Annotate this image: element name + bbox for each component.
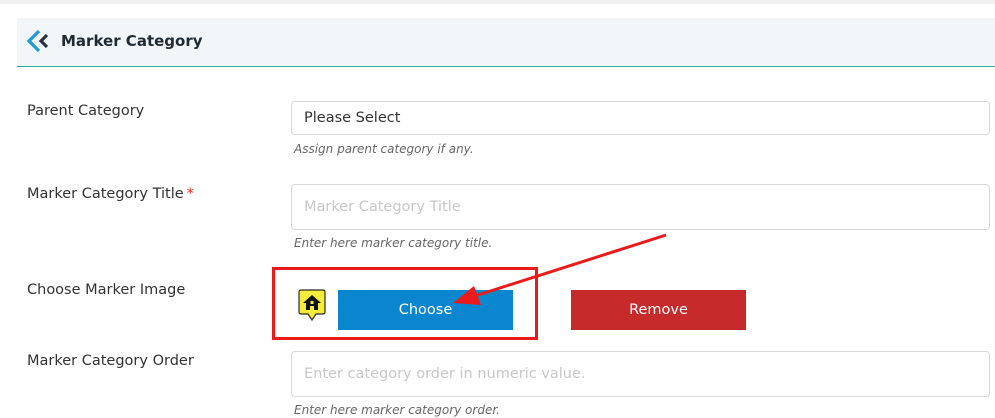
parent-category-hint: Assign parent category if any. — [294, 142, 474, 156]
parent-category-select[interactable]: Please Select — [291, 101, 990, 135]
panel-title: Marker Category — [61, 32, 203, 50]
marker-category-order-input[interactable] — [291, 351, 990, 397]
marker-category-title-label-text: Marker Category Title — [27, 186, 184, 202]
home-marker-icon — [298, 289, 326, 322]
top-strip — [0, 0, 995, 4]
remove-button[interactable]: Remove — [571, 290, 746, 330]
marker-category-order-label: Marker Category Order — [27, 353, 194, 369]
parent-category-label: Parent Category — [27, 103, 145, 119]
choose-marker-image-label: Choose Marker Image — [27, 282, 186, 298]
marker-category-order-hint: Enter here marker category order. — [294, 403, 500, 417]
choose-button[interactable]: Choose — [338, 290, 513, 330]
parent-category-value: Please Select — [304, 110, 401, 126]
marker-category-title-hint: Enter here marker category title. — [294, 236, 493, 250]
brand-logo-icon — [26, 29, 49, 53]
marker-category-title-input[interactable] — [291, 184, 990, 230]
required-asterisk: * — [186, 186, 194, 202]
panel-header: Marker Category — [17, 18, 995, 67]
marker-category-title-label: Marker Category Title * — [27, 186, 194, 202]
